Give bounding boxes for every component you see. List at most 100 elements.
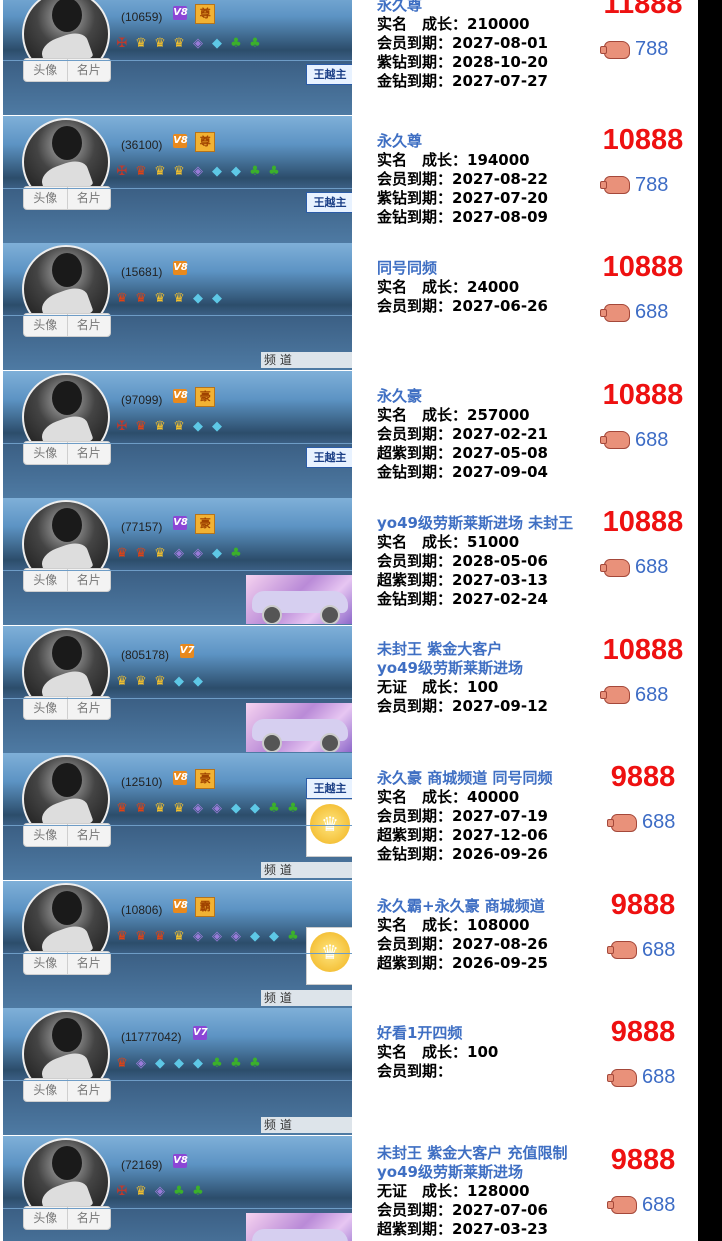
listing-row[interactable]: 头像 名片 (805178) V7 ♛ ♛ ♛ ◆ ◆ 未封王 紫金大客户 yo49级劳斯莱斯进场无… [0, 625, 698, 754]
account-title[interactable]: yo49级劳斯莱斯进场 未封王 [377, 514, 573, 533]
tab-card[interactable]: 名片 [66, 951, 111, 974]
account-detail-line: 会员到期：2027-08-22 [377, 169, 548, 188]
listing-row[interactable]: 头像名片(12510)V8豪♛♛♛♛◈◈◆◆♣♣♛王越主频 道 ID:2510永… [0, 753, 698, 881]
king-badge: 王越主 [306, 191, 352, 213]
tab-card[interactable]: 名片 [66, 1206, 111, 1229]
listing-row[interactable]: 头像名片 (10806) V8 霸 ♛ ♛ ♛ ♛ ◈ ◈ ◈ ◆ ◆ ♣ ♛ 频 道 ID:3960 永久霸+… [0, 880, 698, 1009]
tab-avatar[interactable]: 头像 [24, 442, 67, 464]
tab-avatar[interactable]: 头像 [24, 187, 67, 209]
tab-card[interactable]: 名片 [66, 314, 111, 336]
rcrown-icon: ♛ [154, 928, 166, 944]
privilege-icons: ♛ ♛ ♛ ◈ ◈ ◆ ♣ [114, 546, 244, 562]
tab-avatar[interactable]: 头像 [24, 824, 67, 846]
crown-icon: ♛ [154, 546, 166, 561]
profile-tabs: 头像 名片 [23, 568, 111, 592]
listing-row[interactable]: 头像 名片 (10659) V8 尊 ✠ ♛ ♛ ♛ ◈ ◆ ♣ ♣ 王越主 永久尊 实名 成长：210000… [0, 0, 698, 116]
account-title[interactable]: 未封王 紫金大客户 [377, 640, 548, 659]
tab-card[interactable]: 名片 [66, 569, 111, 591]
account-title[interactable]: 永久霸+永久豪 商城频道 [377, 897, 548, 916]
privilege-icons: ✠ ♛ ♛ ♛ ◈ ◆ ◆ ♣ ♣ [114, 164, 282, 180]
tab-avatar[interactable]: 头像 [24, 1079, 67, 1101]
pig-icon [600, 686, 630, 704]
crown-icon: ♛ [116, 673, 128, 689]
pig-icon [600, 558, 630, 577]
account-info: 永久豪 商城频道 同号同频 实名 成长：40000 会员到期：2027-07-19 超… [377, 769, 552, 864]
tab-avatar[interactable]: 头像 [24, 952, 67, 974]
account-detail-line: 超紫到期：2027-05-08 [377, 443, 548, 462]
rcrown-icon: ♛ [116, 928, 128, 944]
leaf-icon: ♣ [249, 1056, 261, 1071]
listing-row[interactable]: 头像 名片 (77157) V8 豪 ♛ ♛ ♛ ◈ ◈ ◆ ♣ yo49级劳斯莱斯进场 未封王 实名 成… [0, 498, 698, 626]
listing-row[interactable]: 头像名片 (15681) V8 ♛ ♛ ♛ ♛ ◆ ◆ 频 道 ID:1568 同号同频实名 成长：… [0, 243, 698, 371]
listing-row[interactable]: 头像 名片 (36100) V8 尊 ✠ ♛ ♛ ♛ ◈ ◆ ◆ ♣ ♣ 王越主 永久尊 实名 成长：19400… [0, 115, 698, 244]
account-subtitle[interactable]: yo49级劳斯莱斯进场 [377, 1163, 567, 1182]
account-info: 永久霸+永久豪 商城频道 实名 成长：108000 会员到期：2027-08-26 超… [377, 897, 548, 973]
vip-level-badge: V8 [173, 516, 188, 530]
tab-card[interactable]: 名片 [66, 696, 111, 719]
crown-icon: ♛ [135, 1183, 147, 1199]
dia-icon: ◆ [212, 291, 222, 306]
profile-card: 头像 名片 (97099) V8 豪 ✠ ♛ ♛ ♛ ◆ ◆ 王越主 [3, 370, 352, 498]
crown-icon: ♛ [135, 36, 147, 51]
tab-card[interactable]: 名片 [66, 186, 111, 209]
account-detail-line: 金钻到期：2027-09-04 [377, 462, 548, 481]
profile-card: 头像名片 (11777042) V7 ♛ ◈ ◆ ◆ ◆ ♣ ♣ ♣ 频 道 ID:1799 [3, 1008, 352, 1135]
listing-row[interactable]: 头像 名片 (72169) V8 ✠ ♛ ◈ ♣ ♣ 未封王 紫金大客户 充值限制 yo49级劳斯莱… [0, 1135, 698, 1241]
profile-card: 头像名片(12510)V8豪♛♛♛♛◈◈◆◆♣♣♛王越主频 道 ID:2510 [3, 753, 352, 880]
rank-badge: 豪 [195, 769, 216, 789]
rcrown-icon: ♛ [135, 801, 147, 816]
listing-row[interactable]: 头像 名片 (97099) V8 豪 ✠ ♛ ♛ ♛ ◆ ◆ 王越主 永久豪 实名 成长：257000 会员… [0, 370, 698, 499]
tab-card[interactable]: 名片 [66, 824, 111, 846]
tab-card[interactable]: 名片 [66, 441, 111, 464]
price: 9888 [610, 1143, 676, 1176]
profile-tabs: 头像 名片 [23, 695, 111, 720]
price: 10888 [602, 251, 684, 283]
listing-row[interactable]: 头像名片 (11777042) V7 ♛ ◈ ◆ ◆ ◆ ♣ ♣ ♣ 频 道 ID:1799 好看1开四… [0, 1008, 698, 1136]
tab-avatar[interactable]: 头像 [24, 569, 67, 591]
dia-icon: ◆ [212, 163, 222, 179]
profile-card: 头像 名片 (77157) V8 豪 ♛ ♛ ♛ ◈ ◈ ◆ ♣ [3, 498, 352, 625]
pig-icon [607, 813, 637, 832]
tab-card[interactable]: 名片 [66, 59, 111, 81]
gem-icon: ◈ [231, 928, 241, 944]
account-info: 未封王 紫金大客户 充值限制 yo49级劳斯莱斯进场 无证 成长：128000 会员到… [377, 1144, 567, 1239]
profile-card: 头像名片 (15681) V8 ♛ ♛ ♛ ♛ ◆ ◆ 频 道 ID:1568 [3, 243, 352, 370]
gem-icon: ◈ [212, 928, 222, 944]
account-detail-line: 无证 成长：128000 [377, 1181, 530, 1200]
account-detail-line: 实名 成长：51000 [377, 533, 520, 551]
account-info: 永久豪 实名 成长：257000 会员到期：2027-02-21 超紫到期：2027-… [377, 387, 548, 482]
rank-badge: 尊 [195, 4, 216, 24]
account-title[interactable]: 永久豪 [377, 387, 548, 406]
account-info: 同号同频 实名 成长：24000 会员到期：2027-06-26 [377, 259, 548, 316]
crown-icon: ♛ [173, 36, 185, 51]
tab-avatar[interactable]: 头像 [24, 314, 67, 336]
profile-tabs: 头像 名片 [23, 1205, 111, 1230]
vip-level-badge: V8 [173, 898, 188, 913]
account-detail-line: 超紫到期：2027-12-06 [377, 826, 548, 844]
tab-avatar[interactable]: 头像 [24, 59, 67, 81]
tab-avatar[interactable]: 头像 [24, 697, 67, 719]
leaf-icon: ♣ [287, 928, 299, 944]
profile-tabs: 头像 名片 [23, 313, 111, 337]
pig-price-value: 788 [635, 38, 669, 60]
user-id: (77157) [121, 520, 163, 534]
user-id: (10806) [121, 902, 163, 917]
tab-card[interactable]: 名片 [66, 1079, 111, 1101]
account-title[interactable]: 同号同频 [377, 259, 548, 278]
privilege-icons: ✠ ♛ ◈ ♣ ♣ [114, 1184, 206, 1200]
account-title[interactable]: 永久尊 [377, 132, 548, 151]
crown-icon: ♛ [154, 418, 166, 434]
account-subtitle[interactable]: yo49级劳斯莱斯进场 [377, 659, 548, 678]
rcrown-icon: ♛ [116, 546, 128, 561]
king-badge: 王越主 [306, 446, 352, 468]
account-title[interactable]: 永久豪 商城频道 同号同频 [377, 769, 552, 788]
car-entrance-image [246, 702, 352, 752]
gem-icon: ◈ [193, 546, 203, 561]
profile-card: 头像名片 (10806) V8 霸 ♛ ♛ ♛ ♛ ◈ ◈ ◈ ◆ ◆ ♣ ♛ 频 道 ID:3960 [3, 880, 352, 1008]
account-title[interactable]: 未封王 紫金大客户 充值限制 [377, 1144, 567, 1163]
gem-icon: ◈ [193, 163, 203, 179]
pig-price: 688 [607, 939, 675, 962]
account-title[interactable]: 永久尊 [377, 0, 548, 15]
tab-avatar[interactable]: 头像 [24, 1207, 67, 1229]
account-title[interactable]: 好看1开四频 [377, 1024, 498, 1043]
